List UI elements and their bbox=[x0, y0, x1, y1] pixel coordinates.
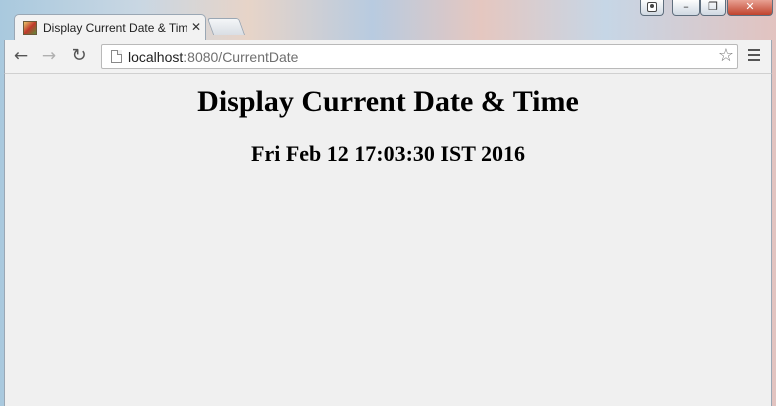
forward-arrow-icon[interactable]: → bbox=[39, 46, 59, 66]
new-tab-button[interactable] bbox=[206, 18, 246, 35]
page-content: Display Current Date & Time Fri Feb 12 1… bbox=[4, 73, 772, 406]
maximize-button[interactable]: ❐ bbox=[700, 0, 726, 16]
reload-icon[interactable]: ↻ bbox=[69, 46, 89, 66]
url-text[interactable]: localhost:8080/CurrentDate bbox=[128, 48, 298, 66]
menu-hamburger-icon[interactable] bbox=[747, 49, 761, 63]
tab-close-icon[interactable]: ✕ bbox=[189, 19, 203, 35]
bookmark-star-icon[interactable]: ☆ bbox=[716, 46, 736, 66]
url-path: :8080/CurrentDate bbox=[183, 49, 299, 65]
url-host: localhost bbox=[128, 49, 184, 65]
browser-titlebar: Display Current Date & Time ✕ – ❐ ✕ bbox=[0, 0, 776, 40]
tab-title: Display Current Date & Time bbox=[43, 21, 187, 35]
tab-favicon-icon bbox=[23, 21, 37, 35]
menu-bar bbox=[748, 49, 760, 51]
close-window-button[interactable]: ✕ bbox=[727, 0, 773, 16]
user-profile-button[interactable] bbox=[640, 0, 664, 16]
menu-bar bbox=[748, 54, 760, 56]
page-icon bbox=[111, 50, 122, 63]
browser-tab[interactable]: Display Current Date & Time ✕ bbox=[14, 14, 206, 40]
user-icon bbox=[647, 2, 657, 12]
browser-toolbar: ← → ↻ localhost:8080/CurrentDate ☆ bbox=[4, 40, 772, 73]
page-heading: Display Current Date & Time bbox=[197, 85, 579, 118]
back-arrow-icon[interactable]: ← bbox=[11, 46, 31, 66]
current-date-text: Fri Feb 12 17:03:30 IST 2016 bbox=[251, 141, 525, 166]
address-bar[interactable]: localhost:8080/CurrentDate ☆ bbox=[101, 44, 738, 69]
minimize-button[interactable]: – bbox=[672, 0, 700, 16]
menu-bar bbox=[748, 59, 760, 61]
